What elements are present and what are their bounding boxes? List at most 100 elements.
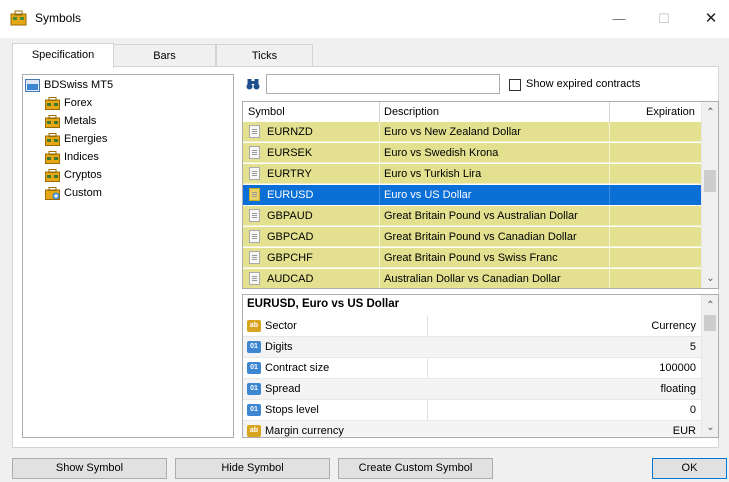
- ok-button[interactable]: OK: [652, 458, 727, 479]
- symbol-search-input[interactable]: [266, 74, 500, 94]
- property-row[interactable]: 01 Digits 5: [243, 337, 702, 358]
- tab-strip: Bars Ticks Specification: [0, 38, 729, 68]
- table-row[interactable]: GBPCAD Great Britain Pound vs Canadian Do…: [243, 227, 702, 247]
- column-header-symbol[interactable]: Symbol: [248, 102, 285, 122]
- scroll-down-arrow-icon[interactable]: ⌄: [702, 270, 718, 287]
- symbol-icon: [249, 167, 260, 180]
- table-header: Symbol Description Expiration: [243, 102, 718, 123]
- property-name: Digits: [265, 341, 293, 353]
- symbol-cell: GBPCHF: [267, 252, 313, 264]
- property-name: Stops level: [265, 404, 319, 416]
- text-property-icon: ab: [247, 425, 261, 437]
- server-icon: [25, 78, 40, 92]
- symbol-table-scrollbar[interactable]: ⌃ ⌄: [701, 102, 718, 288]
- symbol-cell: GBPAUD: [267, 210, 313, 222]
- column-header-description[interactable]: Description: [384, 102, 439, 122]
- folder-icon: [45, 168, 60, 182]
- property-value: EUR: [672, 425, 696, 437]
- folder-icon: [45, 114, 60, 128]
- table-row[interactable]: EURNZD Euro vs New Zealand Dollar: [243, 122, 702, 142]
- numeric-property-icon: 01: [247, 404, 261, 416]
- symbol-icon: [249, 230, 260, 243]
- symbol-cell: EURNZD: [267, 126, 313, 138]
- symbol-group-tree[interactable]: BDSwiss MT5 Forex Metals Energies Indice…: [22, 74, 234, 438]
- tree-root[interactable]: BDSwiss MT5: [25, 77, 113, 94]
- property-value: floating: [660, 383, 696, 395]
- scroll-down-arrow-icon[interactable]: ⌄: [702, 419, 718, 436]
- description-cell: Australian Dollar vs Canadian Dollar: [384, 273, 561, 285]
- symbol-table[interactable]: Symbol Description Expiration EURNZD Euro…: [242, 101, 719, 289]
- tree-item-energies[interactable]: Energies: [45, 131, 107, 148]
- numeric-property-icon: 01: [247, 383, 261, 395]
- tree-label: Metals: [64, 115, 97, 127]
- property-row[interactable]: 01 Stops level 0: [243, 400, 702, 421]
- symbol-cell: GBPCAD: [267, 231, 314, 243]
- scroll-thumb[interactable]: [704, 170, 716, 192]
- property-row[interactable]: ab Sector Currency: [243, 316, 702, 337]
- tab-bars[interactable]: Bars: [113, 44, 216, 67]
- table-row-selected[interactable]: EURUSD Euro vs US Dollar: [243, 185, 702, 205]
- table-row[interactable]: EURSEK Euro vs Swedish Krona: [243, 143, 702, 163]
- table-row[interactable]: EURTRY Euro vs Turkish Lira: [243, 164, 702, 184]
- minimize-button[interactable]: —: [605, 8, 633, 30]
- property-row[interactable]: 01 Spread floating: [243, 379, 702, 400]
- symbol-properties-panel[interactable]: EURUSD, Euro vs US Dollar ab Sector Curren…: [242, 294, 719, 438]
- tree-item-cryptos[interactable]: Cryptos: [45, 167, 102, 184]
- folder-icon: [45, 96, 60, 110]
- properties-scrollbar[interactable]: ⌃ ⌄: [701, 295, 718, 437]
- properties-title: EURUSD, Euro vs US Dollar: [247, 298, 400, 310]
- symbol-icon: [249, 188, 260, 201]
- tree-item-forex[interactable]: Forex: [45, 95, 92, 112]
- tree-item-metals[interactable]: Metals: [45, 113, 96, 130]
- text-property-icon: ab: [247, 320, 261, 332]
- symbol-cell: EURUSD: [267, 189, 314, 201]
- symbols-app-icon: [10, 10, 27, 26]
- property-name: Spread: [265, 383, 301, 395]
- show-expired-checkbox[interactable]: [509, 79, 521, 91]
- folder-icon: [45, 150, 60, 164]
- symbol-icon: [249, 209, 260, 222]
- title-bar: Symbols — ☐ ✕: [0, 0, 729, 38]
- table-row[interactable]: AUDCAD Australian Dollar vs Canadian Doll…: [243, 269, 702, 288]
- create-custom-symbol-button[interactable]: Create Custom Symbol: [338, 458, 493, 479]
- scroll-thumb[interactable]: [704, 315, 716, 331]
- property-value: Currency: [651, 320, 696, 332]
- tree-root-label: BDSwiss MT5: [44, 79, 114, 91]
- symbol-icon: [249, 272, 260, 285]
- show-expired-label: Show expired contracts: [526, 78, 641, 90]
- tree-label: Energies: [64, 133, 108, 145]
- property-name: Sector: [265, 320, 297, 332]
- property-value: 5: [689, 341, 696, 353]
- description-cell: Euro vs Swedish Krona: [384, 147, 499, 159]
- tab-specification[interactable]: Specification: [12, 43, 114, 68]
- tree-label: Cryptos: [64, 169, 102, 181]
- show-symbol-button[interactable]: Show Symbol: [12, 458, 167, 479]
- tree-label: Custom: [64, 187, 102, 199]
- description-cell: Great Britain Pound vs Canadian Dollar: [384, 231, 577, 243]
- table-row[interactable]: GBPAUD Great Britain Pound vs Australian …: [243, 206, 702, 226]
- hide-symbol-button[interactable]: Hide Symbol: [175, 458, 330, 479]
- scroll-up-arrow-icon[interactable]: ⌃: [702, 297, 718, 314]
- tab-ticks[interactable]: Ticks: [216, 44, 313, 67]
- window-title: Symbols: [35, 11, 82, 25]
- close-button[interactable]: ✕: [697, 8, 725, 30]
- property-value: 100000: [659, 362, 696, 374]
- property-row[interactable]: ab Margin currency EUR: [243, 421, 702, 437]
- tree-item-custom[interactable]: Custom: [45, 185, 102, 202]
- description-cell: Euro vs Turkish Lira: [384, 168, 482, 180]
- scroll-up-arrow-icon[interactable]: ⌃: [702, 104, 718, 121]
- description-cell: Great Britain Pound vs Australian Dollar: [384, 210, 578, 222]
- description-cell: Euro vs US Dollar: [384, 189, 472, 201]
- table-row[interactable]: GBPCHF Great Britain Pound vs Swiss Franc: [243, 248, 702, 268]
- symbol-icon: [249, 251, 260, 264]
- maximize-button[interactable]: ☐: [650, 8, 678, 30]
- column-header-expiration[interactable]: Expiration: [646, 102, 695, 122]
- custom-folder-icon: [45, 186, 60, 200]
- binoculars-search-icon[interactable]: [246, 77, 260, 91]
- property-row[interactable]: 01 Contract size 100000: [243, 358, 702, 379]
- description-cell: Great Britain Pound vs Swiss Franc: [384, 252, 558, 264]
- tree-item-indices[interactable]: Indices: [45, 149, 99, 166]
- symbol-cell: AUDCAD: [267, 273, 314, 285]
- symbol-icon: [249, 125, 260, 138]
- symbol-cell: EURSEK: [267, 147, 313, 159]
